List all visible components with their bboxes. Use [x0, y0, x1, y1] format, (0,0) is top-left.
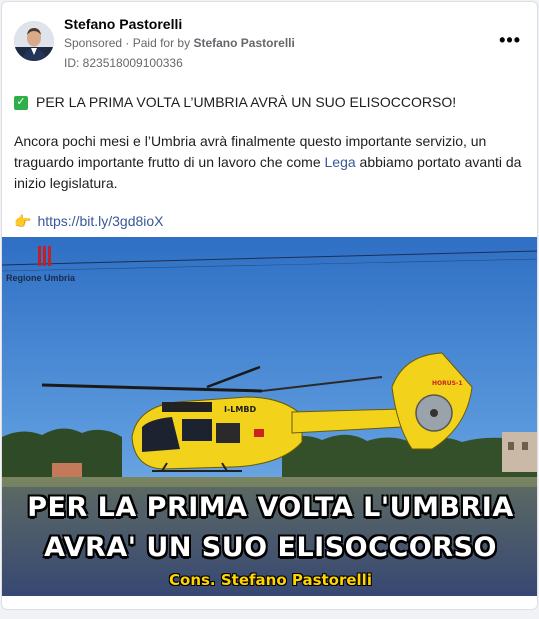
sponsored-line: Sponsored · Paid for by Stefano Pastorel…	[64, 36, 295, 50]
svg-text:I-LMBD: I-LMBD	[224, 405, 256, 414]
avatar-image	[14, 21, 54, 61]
sponsored-label[interactable]: Sponsored	[64, 36, 122, 50]
paid-for-text: Paid for by	[132, 36, 191, 50]
avatar[interactable]	[14, 21, 54, 61]
ad-post-card: Stefano Pastorelli Sponsored · Paid for …	[1, 1, 538, 610]
post-url-link[interactable]: https://bit.ly/3gd8ioX	[37, 211, 163, 232]
post-headline: ✓ PER LA PRIMA VOLTA L’UMBRIA AVRÀ UN SU…	[14, 92, 529, 113]
check-mark-icon: ✓	[14, 95, 28, 110]
lega-link[interactable]: Lega	[325, 154, 356, 170]
ad-image[interactable]: I-LMBD HORUS-1 Regione Umbria PER LA PRI…	[2, 237, 537, 596]
paid-for-name: Stefano Pastorelli	[193, 36, 295, 50]
separator-dot: ·	[125, 36, 133, 50]
region-label: Regione Umbria	[6, 273, 76, 283]
overlay-title-line-2: AVRA' UN SUO ELISOCCORSO	[44, 532, 497, 563]
post-header: Stefano Pastorelli Sponsored · Paid for …	[14, 16, 529, 72]
overlay-title-line-1: PER LA PRIMA VOLTA L'UMBRIA	[27, 492, 514, 523]
post-paragraph: Ancora pochi mesi e l’Umbria avrà finalm…	[14, 131, 529, 194]
headline-text: PER LA PRIMA VOLTA L’UMBRIA AVRÀ UN SUO …	[36, 94, 457, 110]
more-options-button[interactable]: •••	[499, 30, 521, 51]
post-text: ✓ PER LA PRIMA VOLTA L’UMBRIA AVRÀ UN SU…	[14, 92, 529, 232]
overlay-signature: Cons. Stefano Pastorelli	[169, 571, 372, 589]
svg-text:HORUS-1: HORUS-1	[432, 380, 463, 387]
ad-id: ID: 823518009100336	[64, 56, 183, 70]
url-line: 👉 https://bit.ly/3gd8ioX	[14, 211, 529, 232]
regione-umbria-logo	[38, 246, 51, 266]
author-name[interactable]: Stefano Pastorelli	[64, 16, 182, 32]
pointing-hand-icon: 👉	[14, 213, 32, 229]
